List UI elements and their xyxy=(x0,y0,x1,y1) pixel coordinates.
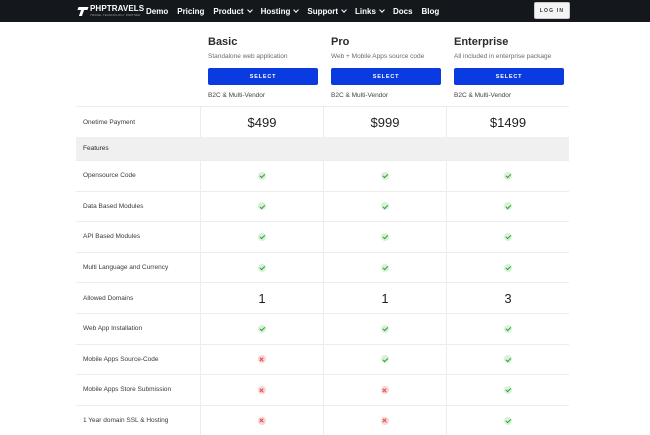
table-row: Web App Installation xyxy=(76,313,569,344)
nav-item-label: Product xyxy=(213,6,244,16)
check-icon xyxy=(504,324,512,333)
select-plan-button[interactable]: SELECT xyxy=(331,68,441,85)
check-icon xyxy=(504,355,512,364)
row-label: Onetime Payment xyxy=(83,118,136,126)
plan-price: $1499 xyxy=(489,114,527,130)
chevron-down-icon xyxy=(379,7,385,13)
table-row: Mobile Apps Store Submission xyxy=(76,374,569,405)
check-icon xyxy=(381,355,389,364)
table-row-onetime-payment: Onetime Payment $499 $999 $1499 xyxy=(76,106,569,137)
plan-name: Pro xyxy=(331,36,350,48)
chevron-down-icon xyxy=(341,7,347,13)
check-icon xyxy=(504,385,512,394)
check-icon xyxy=(258,202,266,211)
row-label: Mobile Apps Store Submission xyxy=(83,386,172,394)
cross-icon xyxy=(381,416,389,425)
check-icon xyxy=(504,171,512,180)
row-label: 1 Year domain SSL & Hosting xyxy=(83,417,169,425)
logo-tagline: TRAVEL TECHNOLOGY PARTNER xyxy=(90,13,141,17)
plan-type: B2C & Multi-Vendor xyxy=(454,92,512,99)
check-icon xyxy=(504,416,512,425)
check-icon xyxy=(258,263,266,272)
logo-name: PHPTRAVELS xyxy=(90,4,145,13)
plan-description: Web + Mobile Apps source code xyxy=(331,53,425,60)
plan-price: $499 xyxy=(247,114,277,130)
plan-description: Standalone web application xyxy=(208,53,288,60)
cross-icon xyxy=(381,385,389,394)
table-row: Multi Language and Currency xyxy=(76,251,569,283)
nav-item-docs[interactable]: Docs xyxy=(393,7,413,16)
plan-name: Enterprise xyxy=(454,36,509,48)
check-icon xyxy=(381,202,389,211)
nav-menu: Demo Pricing Product Hosting Support Links Doc… xyxy=(146,0,448,22)
table-row: Mobile Apps Source-Code xyxy=(76,343,569,375)
check-icon xyxy=(381,171,389,180)
feature-value: 1 xyxy=(381,290,389,306)
features-section-header: Features xyxy=(76,137,569,160)
nav-item-hosting[interactable]: Hosting xyxy=(260,6,300,16)
row-label: Mobile Apps Source-Code xyxy=(83,355,159,363)
row-label: Web App Installation xyxy=(83,325,143,333)
check-icon xyxy=(258,324,266,333)
check-icon xyxy=(504,263,512,272)
nav-item-links[interactable]: Links xyxy=(355,6,385,16)
row-label: Features xyxy=(83,145,109,152)
cross-icon xyxy=(258,355,266,364)
cross-icon xyxy=(258,385,266,394)
nav-item-label: Support xyxy=(307,6,339,16)
logo-icon xyxy=(78,6,88,16)
select-plan-button[interactable]: SELECT xyxy=(208,68,318,85)
table-row: Opensource Code xyxy=(76,160,569,191)
check-icon xyxy=(258,171,266,180)
feature-value: 3 xyxy=(504,290,512,306)
nav-item-label: Pricing xyxy=(177,6,205,16)
table-row: API Based Modules xyxy=(76,221,569,252)
check-icon xyxy=(381,232,389,241)
table-row: Allowed Domains 1 1 3 xyxy=(76,282,569,313)
select-plan-button[interactable]: SELECT xyxy=(454,68,564,85)
check-icon xyxy=(258,232,266,241)
phptravels-logo[interactable]: PHPTRAVELS TRAVEL TECHNOLOGY PARTNER xyxy=(78,3,144,19)
table-row: Data Based Modules xyxy=(76,190,569,222)
cross-icon xyxy=(258,416,266,425)
row-label: Data Based Modules xyxy=(83,202,144,210)
check-icon xyxy=(504,232,512,241)
row-label: API Based Modules xyxy=(83,233,141,241)
nav-item-pricing[interactable]: Pricing xyxy=(177,7,204,16)
nav-item-label: Demo xyxy=(146,6,169,16)
plan-header-enterprise: Enterprise All included in enterprise pac… xyxy=(454,36,566,99)
nav-item-product[interactable]: Product xyxy=(213,6,253,16)
nav-item-support[interactable]: Support xyxy=(307,6,347,16)
plan-name: Basic xyxy=(208,36,238,48)
nav-item-label: Blog xyxy=(421,6,440,16)
plan-type: B2C & Multi-Vendor xyxy=(208,92,266,99)
plan-description: All included in enterprise package xyxy=(454,53,552,60)
row-label: Opensource Code xyxy=(83,172,136,180)
top-nav: PHPTRAVELS TRAVEL TECHNOLOGY PARTNER Dem… xyxy=(0,0,650,22)
nav-item-demo[interactable]: Demo xyxy=(146,7,168,16)
row-label: Multi Language and Currency xyxy=(83,264,169,272)
plan-type: B2C & Multi-Vendor xyxy=(331,92,389,99)
chevron-down-icon xyxy=(246,7,253,13)
row-label: Allowed Domains xyxy=(83,294,134,302)
feature-value: 1 xyxy=(258,290,266,306)
table-row: 1 Year domain SSL & Hosting xyxy=(76,404,569,435)
login-button[interactable]: LOG IN xyxy=(534,2,570,19)
check-icon xyxy=(381,263,389,272)
chevron-down-icon xyxy=(293,7,300,13)
check-icon xyxy=(504,202,512,211)
check-icon xyxy=(381,324,389,333)
nav-item-label: Hosting xyxy=(260,6,291,16)
nav-item-blog[interactable]: Blog xyxy=(422,7,440,16)
plan-price: $999 xyxy=(370,114,400,130)
nav-item-label: Docs xyxy=(392,6,413,16)
plan-header-basic: Basic Standalone web application SELECT B2C… xyxy=(208,36,320,99)
plan-header-pro: Pro Web + Mobile Apps source code SELECT B2… xyxy=(331,36,443,99)
nav-item-label: Links xyxy=(355,6,376,16)
